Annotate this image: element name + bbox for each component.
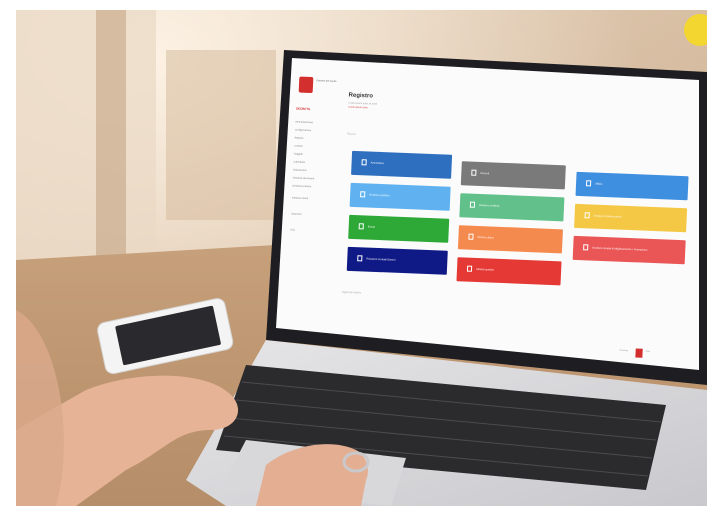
sidebar-item-5[interactable]: Soggetti — [294, 152, 303, 155]
tile-gruppi-miglioramento[interactable]: Gestione Gruppi di Miglioramento e Forma… — [572, 235, 686, 265]
add-registry-link[interactable]: Aggiungi registro — [342, 291, 362, 295]
tile-gestione-pratiche[interactable]: Gestione pratiche — [349, 182, 451, 211]
sidebar-item-3[interactable]: Registro — [295, 136, 304, 139]
tile-gestione-verifiche[interactable]: Gestione verifiche — [459, 193, 565, 222]
tile-label: Gestione pratiche — [369, 193, 390, 198]
sidebar: Distretto del Sanità SECRETS Amministraz… — [277, 62, 338, 354]
tile-label: Gestione Gruppi di Miglioramento e Forma… — [592, 246, 648, 252]
document-icon — [360, 191, 366, 198]
sidebar-item-1[interactable]: Amministrazione — [295, 120, 313, 124]
sidebar-item-10[interactable]: Gestione utenti — [292, 196, 308, 200]
sidebar-item-7[interactable]: Impostazioni — [293, 168, 307, 172]
tile-attivita-ispettive[interactable]: Attività ispettive — [456, 257, 562, 286]
document-icon — [585, 180, 592, 187]
photo: Distretto del Sanità SECRETS Amministraz… — [16, 10, 707, 506]
page-subtitle-link[interactable]: Lorem ipsum dolor — [348, 106, 368, 110]
sidebar-item-9[interactable]: Gestione pratiche — [292, 184, 311, 188]
document-icon — [358, 223, 364, 230]
pagination-next[interactable]: Next — [646, 351, 651, 353]
app-logo — [298, 76, 314, 94]
document-icon — [469, 201, 476, 209]
tile-label: Ufficio — [595, 182, 603, 186]
tile-ufficio[interactable]: Ufficio — [575, 171, 689, 201]
document-icon — [583, 244, 589, 251]
sidebar-item-4[interactable]: Contatti — [294, 144, 302, 147]
logo-text: Distretto del Sanità — [316, 79, 337, 84]
app-screen: Distretto del Sanità SECRETS Amministraz… — [273, 62, 699, 378]
document-icon — [468, 233, 474, 241]
page-title: Registro — [348, 92, 374, 100]
tile-archivistica[interactable]: Archivistica — [351, 150, 453, 179]
document-icon — [471, 169, 477, 177]
sidebar-item-8[interactable]: Gestione documenti — [293, 176, 314, 180]
sidebar-item-2[interactable]: Configurazione — [295, 128, 311, 132]
tile-label: Gestione verifiche — [478, 203, 500, 208]
tile-rischio-clinico[interactable]: Rischio clinico — [457, 225, 563, 254]
document-icon — [361, 159, 367, 166]
sidebar-item-6[interactable]: Calendario — [293, 160, 305, 163]
pagination-current-page[interactable] — [635, 348, 643, 358]
tile-reclami-esterni[interactable]: Gestione reclami esterni — [574, 203, 688, 233]
tile-label: Relazioni Contatti Esterni — [366, 257, 396, 262]
tile-label: Rischio clinico — [477, 235, 494, 240]
tile-label: Attività ispettive — [475, 267, 495, 272]
tile-docenti[interactable]: Docenti — [460, 161, 566, 190]
tile-eventi[interactable]: Eventi — [348, 214, 450, 243]
brand-label: SECRETS — [295, 106, 311, 112]
pagination-prev[interactable]: Previous — [620, 350, 629, 352]
document-icon — [357, 255, 363, 262]
document-icon — [584, 212, 590, 219]
tile-relazioni-contatti[interactable]: Relazioni Contatti Esterni — [346, 246, 448, 275]
sidebar-item-11[interactable]: Strumenti — [291, 212, 301, 215]
sidebar-item-12[interactable]: Esci — [290, 228, 295, 231]
tile-label: Docenti — [480, 171, 490, 176]
tile-label: Eventi — [367, 225, 376, 229]
tile-label: Gestione reclami esterni — [593, 214, 622, 219]
tile-label: Archivistica — [370, 161, 384, 166]
search-input[interactable]: Ricerca — [347, 133, 356, 136]
document-icon — [466, 265, 473, 273]
